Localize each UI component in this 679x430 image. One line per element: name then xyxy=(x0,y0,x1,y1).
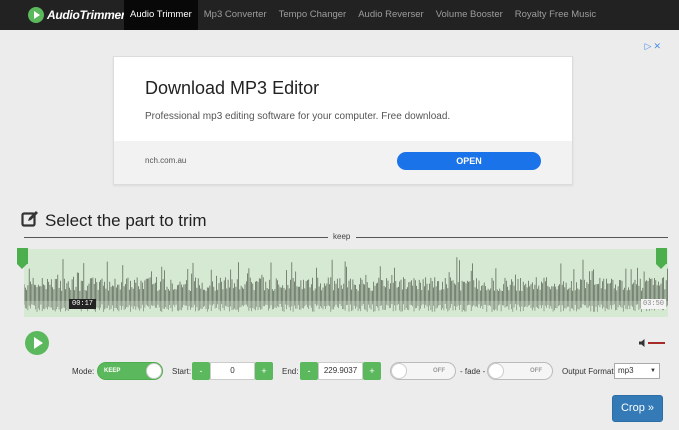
page-title: Select the part to trim xyxy=(45,211,207,230)
waveform-peaks xyxy=(24,257,668,301)
fade-in-toggle[interactable]: OFF xyxy=(390,362,456,380)
end-input[interactable]: 229.9037 xyxy=(318,362,363,380)
waveform-graphic xyxy=(24,257,668,312)
output-format-value: mp3 xyxy=(618,366,634,375)
output-format-label: Output Format: xyxy=(562,367,616,376)
end-label: End: xyxy=(282,367,299,376)
ad-description: Professional mp3 editing software for yo… xyxy=(145,111,451,122)
nav-item-audio-reverser[interactable]: Audio Reverser xyxy=(352,0,429,30)
mode-toggle-text: KEEP xyxy=(104,368,121,374)
ad-footer: nch.com.au OPEN xyxy=(114,141,572,184)
ad-choices-close-icon[interactable]: ▷✕ xyxy=(645,41,663,52)
start-time-display: 00:17 xyxy=(69,299,97,309)
end-increment-button[interactable]: + xyxy=(363,362,381,380)
fade-in-toggle-knob xyxy=(391,363,407,379)
end-decrement-button[interactable]: - xyxy=(300,362,318,380)
start-decrement-button[interactable]: - xyxy=(192,362,210,380)
range-divider-left xyxy=(24,237,328,238)
ad-open-button[interactable]: OPEN xyxy=(397,152,541,170)
play-button[interactable] xyxy=(25,331,49,355)
fade-out-toggle-knob xyxy=(488,363,504,379)
chevron-down-icon: ▼ xyxy=(650,368,656,374)
trim-start-handle[interactable] xyxy=(17,248,28,269)
edit-icon xyxy=(21,211,38,227)
brand-name: AudioTrimmer xyxy=(47,8,126,22)
volume-icon[interactable] xyxy=(638,338,666,348)
trim-end-handle[interactable] xyxy=(656,248,667,269)
ad-title[interactable]: Download MP3 Editor xyxy=(145,78,319,99)
fade-label: - fade - xyxy=(460,367,486,376)
fade-out-toggle[interactable]: OFF xyxy=(487,362,553,380)
ad-domain: nch.com.au xyxy=(145,156,187,165)
end-time-display: 03:50 xyxy=(641,299,667,309)
crop-button[interactable]: Crop » xyxy=(612,395,663,422)
brand-logo-link[interactable]: AudioTrimmer xyxy=(0,0,126,30)
fade-out-toggle-text: OFF xyxy=(530,368,542,374)
start-increment-button[interactable]: + xyxy=(255,362,273,380)
nav-menu: Audio Trimmer Mp3 Converter Tempo Change… xyxy=(124,0,602,30)
nav-item-mp3-converter[interactable]: Mp3 Converter xyxy=(198,0,273,30)
advertisement-card[interactable]: Download MP3 Editor Professional mp3 edi… xyxy=(113,56,573,185)
nav-item-audio-trimmer[interactable]: Audio Trimmer xyxy=(124,0,198,30)
range-mode-label: keep xyxy=(333,232,351,241)
start-input[interactable]: 0 xyxy=(210,362,255,380)
range-divider-right xyxy=(356,237,668,238)
nav-item-tempo-changer[interactable]: Tempo Changer xyxy=(273,0,353,30)
start-label: Start: xyxy=(172,367,192,376)
nav-item-volume-booster[interactable]: Volume Booster xyxy=(430,0,509,30)
waveform-reflection xyxy=(24,301,668,312)
mode-toggle-knob xyxy=(146,363,162,379)
mode-label: Mode: xyxy=(72,367,95,376)
output-format-select[interactable]: mp3 ▼ xyxy=(614,363,660,379)
waveform-selection[interactable] xyxy=(24,249,668,317)
nav-item-royalty-free-music[interactable]: Royalty Free Music xyxy=(509,0,602,30)
top-navbar: AudioTrimmer Audio Trimmer Mp3 Converter… xyxy=(0,0,679,30)
audiotrimmer-logo-icon xyxy=(28,7,44,23)
fade-in-toggle-text: OFF xyxy=(433,368,445,374)
mode-toggle[interactable]: KEEP xyxy=(97,362,163,380)
